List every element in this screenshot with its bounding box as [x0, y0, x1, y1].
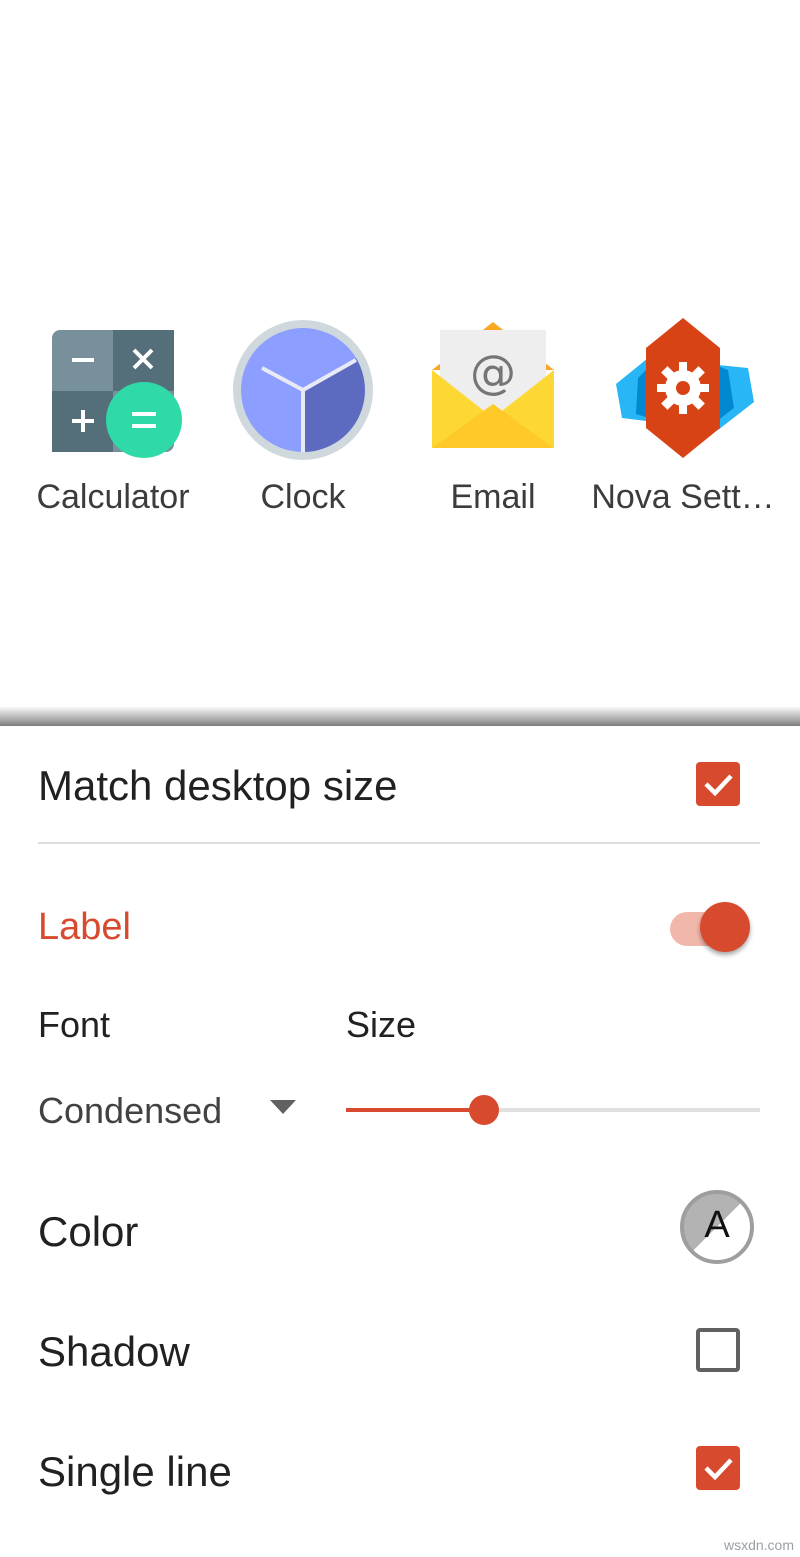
color-label: Color [38, 1208, 139, 1255]
watermark: wsxdn.com [723, 1537, 794, 1553]
size-slider[interactable] [346, 1090, 760, 1130]
svg-text:@: @ [470, 345, 516, 399]
font-heading: Font [38, 1004, 111, 1045]
app-label: Calculator [36, 478, 190, 516]
dropdown-arrow-icon [270, 1100, 296, 1114]
clock-icon [233, 320, 373, 460]
app-label: Clock [260, 478, 346, 516]
label-toggle-switch[interactable] [668, 902, 758, 956]
match-desktop-size-checkbox[interactable] [696, 762, 740, 806]
sheet-shadow [0, 706, 800, 728]
email-icon: @ [432, 322, 554, 448]
switch-thumb [700, 902, 750, 952]
slider-fill [346, 1108, 484, 1112]
color-swatch-text: A [704, 1204, 730, 1246]
font-dropdown-value: Condensed [38, 1090, 223, 1131]
shadow-label: Shadow [38, 1328, 190, 1375]
shadow-checkbox[interactable] [696, 1328, 740, 1372]
icon-preview-area: Calculator Clock @ Email Nova Sett… [0, 0, 800, 712]
check-icon [704, 774, 733, 797]
size-heading: Size [346, 1004, 417, 1045]
color-picker-button[interactable]: A [680, 1190, 754, 1264]
calculator-icon [52, 330, 182, 458]
divider [38, 842, 760, 844]
slider-thumb[interactable] [469, 1095, 499, 1125]
app-label: Nova Sett… [591, 478, 775, 516]
match-desktop-size-label: Match desktop size [38, 762, 398, 809]
font-dropdown[interactable]: Condensed [38, 1086, 308, 1136]
app-email[interactable]: @ Email [398, 318, 588, 538]
app-label: Email [450, 478, 536, 516]
label-settings-sheet: Match desktop size Label Font Size Conde… [0, 726, 800, 1557]
single-line-checkbox[interactable] [696, 1446, 740, 1490]
nova-settings-icon [616, 318, 754, 458]
label-section-title: Label [38, 906, 131, 948]
check-icon [704, 1458, 733, 1481]
app-nova-settings[interactable]: Nova Sett… [588, 318, 778, 538]
single-line-label: Single line [38, 1448, 232, 1495]
app-calculator[interactable]: Calculator [18, 318, 208, 538]
app-clock[interactable]: Clock [208, 318, 398, 538]
